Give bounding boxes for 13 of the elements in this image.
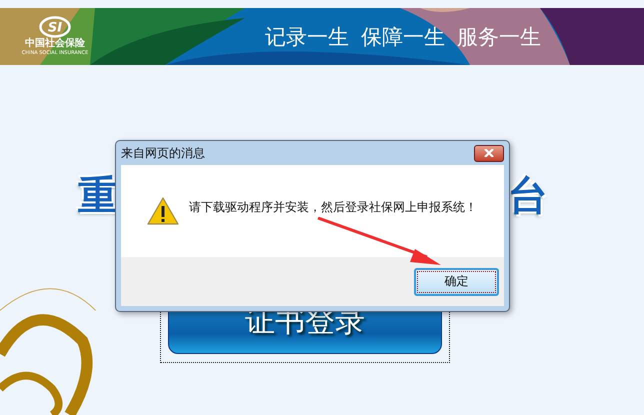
page-heading-text: 台 xyxy=(508,173,548,219)
slogan-text: 记录一生 xyxy=(265,24,349,50)
warning-icon xyxy=(147,197,179,225)
slogan-text: 服务一生 xyxy=(457,24,541,50)
close-button[interactable] xyxy=(474,144,504,162)
page-heading-text: 重 xyxy=(78,173,118,219)
logo-name: 中国社会保险 xyxy=(25,38,85,50)
dialog-title: 来自网页的消息 xyxy=(121,144,205,162)
logo-mark-text: SI xyxy=(48,20,62,36)
close-icon xyxy=(484,149,494,157)
slogan-text: 保障一生 xyxy=(361,24,445,50)
ok-button[interactable]: 确定 xyxy=(414,268,499,296)
dialog-message: 请下载驱动程序并安装，然后登录社保网上申报系统！ xyxy=(189,198,477,216)
